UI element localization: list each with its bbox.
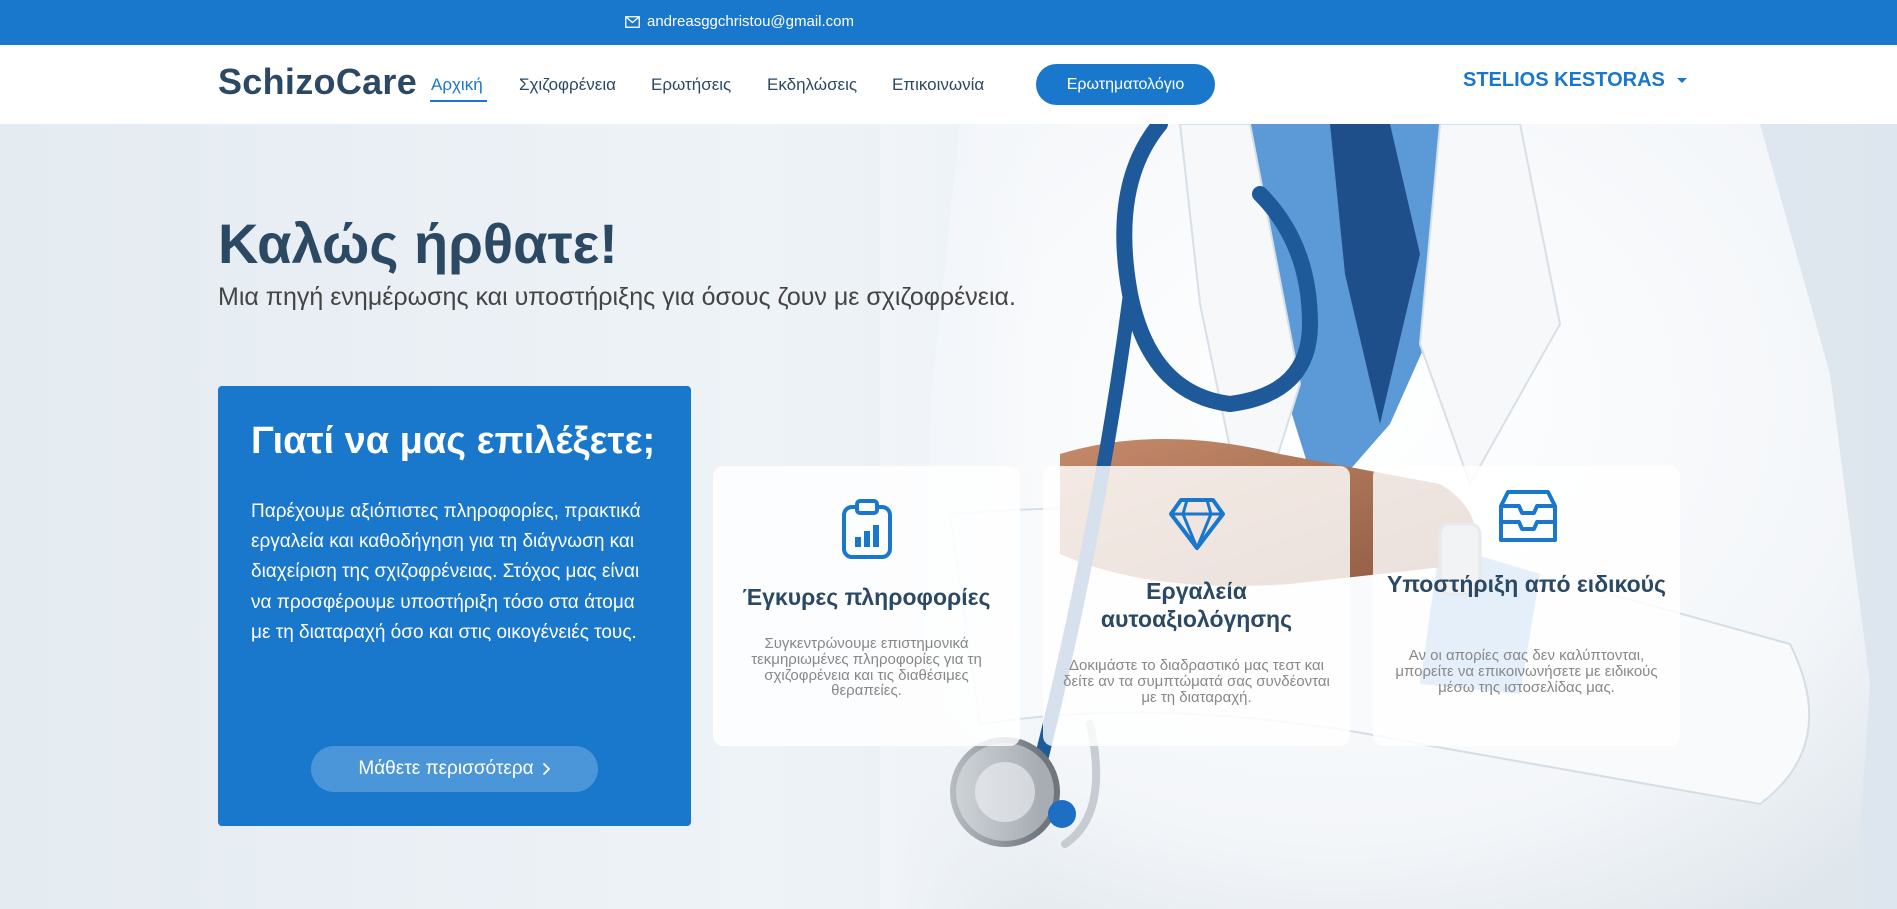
clipboard-chart-icon	[841, 499, 892, 559]
questionnaire-button[interactable]: Ερωτηματολόγιο	[1036, 64, 1215, 105]
card-title: Υποστήριξη από ειδικούς	[1387, 571, 1666, 597]
card-text: Δοκιμάστε το διαδραστικό μας τεστ και δε…	[1063, 657, 1330, 706]
main-header: SchizoCare Αρχική Σχιζοφρένεια Ερωτήσεις…	[0, 45, 1897, 124]
feature-card-information: Έγκυρες πληροφορίες Συγκεντρώνουμε επιστ…	[713, 466, 1020, 746]
inbox-icon	[1498, 490, 1557, 542]
nav-home[interactable]: Αρχική	[431, 75, 483, 95]
chevron-right-icon	[542, 762, 550, 776]
nav-questions[interactable]: Ερωτήσεις	[651, 75, 731, 95]
nav-events[interactable]: Εκδηλώσεις	[767, 75, 857, 95]
nav-contact[interactable]: Επικοινωνία	[892, 75, 984, 95]
why-choose-us-box: Γιατί να μας επιλέξετε; Παρέχουμε αξιόπι…	[218, 386, 691, 826]
envelope-icon	[625, 15, 640, 28]
feature-card-self-assessment: Εργαλεία αυτοαξιολόγησης Δοκιμάστε το δι…	[1043, 466, 1350, 746]
card-text: Συγκεντρώνουμε επιστημονικά τεκμηριωμένε…	[751, 635, 982, 700]
feature-card-expert-support: Υποστήριξη από ειδικούς Αν οι απορίες σα…	[1373, 466, 1680, 746]
hero-subtitle: Μια πηγή ενημέρωσης και υποστήριξης για …	[218, 283, 1016, 311]
site-logo[interactable]: SchizoCare	[218, 61, 417, 103]
email-text[interactable]: andreasggchristou@gmail.com	[647, 13, 854, 30]
hero-title: Καλώς ήρθατε!	[218, 212, 618, 275]
caret-down-icon	[1676, 78, 1687, 83]
learn-more-label: Μάθετε περισσότερα	[358, 758, 534, 779]
hero-section: Καλώς ήρθατε! Μια πηγή ενημέρωσης και υπ…	[0, 124, 1897, 909]
why-description: Παρέχουμε αξιόπιστες πληροφορίες, πρακτι…	[251, 500, 641, 644]
active-nav-indicator	[430, 100, 487, 102]
user-menu[interactable]: STELIOS KESTORAS	[1463, 69, 1687, 92]
contact-email[interactable]: andreasggchristou@gmail.com	[625, 13, 854, 30]
why-title: Γιατί να μας επιλέξετε;	[251, 420, 656, 462]
card-title: Εργαλεία αυτοαξιολόγησης	[1100, 578, 1293, 632]
nav-schizophrenia[interactable]: Σχιζοφρένεια	[519, 75, 616, 95]
user-name: STELIOS KESTORAS	[1463, 69, 1665, 91]
learn-more-button[interactable]: Μάθετε περισσότερα	[311, 746, 598, 792]
gem-icon	[1168, 498, 1225, 550]
card-title: Έγκυρες πληροφορίες	[742, 584, 991, 610]
top-bar: andreasggchristou@gmail.com	[0, 0, 1897, 45]
card-text: Αν οι απορίες σας δεν καλύπτονται, μπορε…	[1395, 647, 1658, 696]
